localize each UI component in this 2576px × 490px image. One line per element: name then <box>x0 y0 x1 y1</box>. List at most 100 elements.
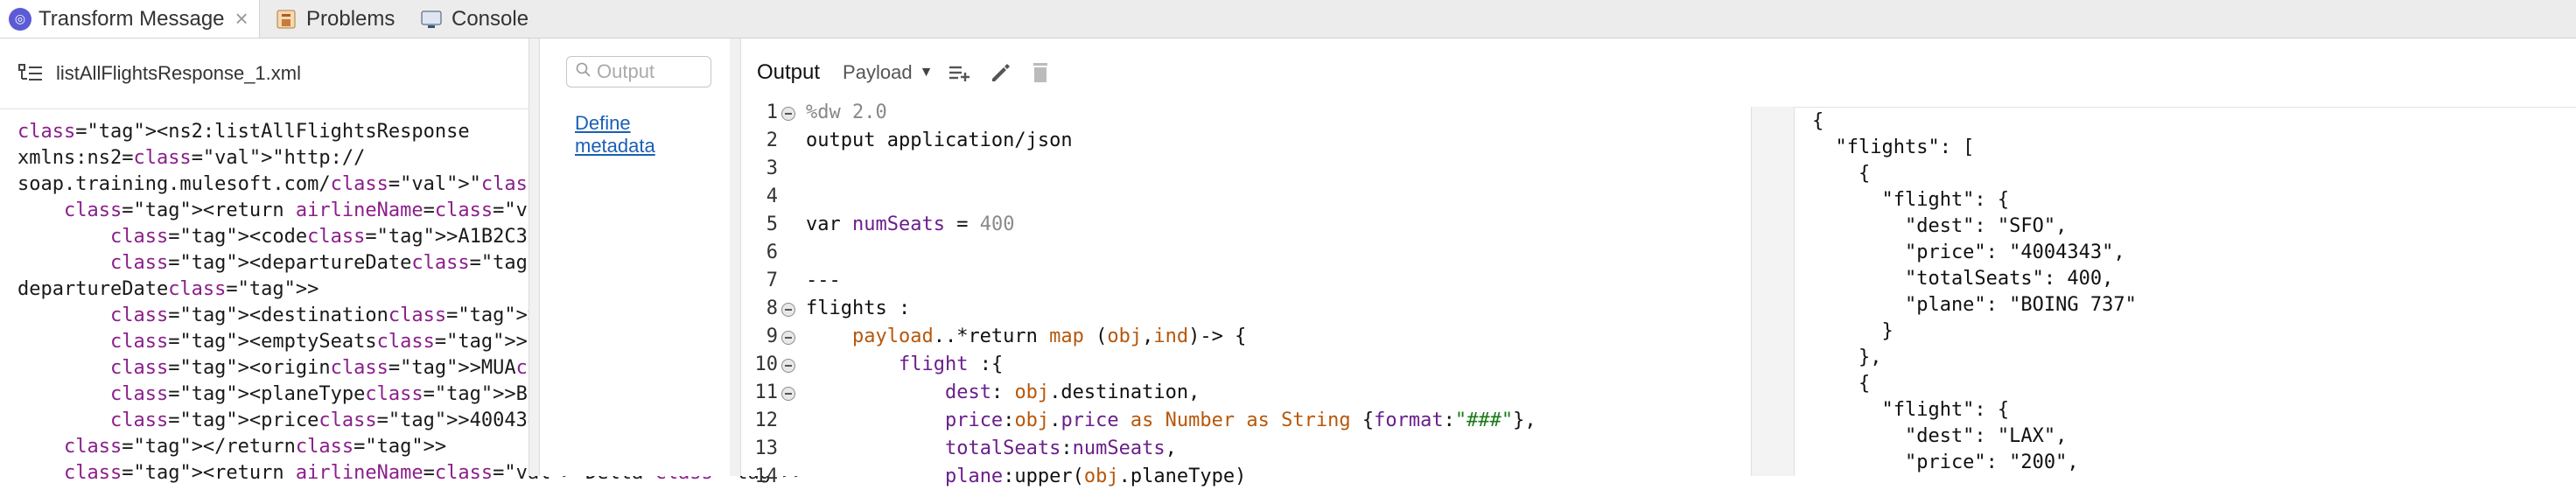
xml-line: class="tag"><departureDateclass="tag">>2… <box>109 252 702 274</box>
tab-label: Transform Message <box>38 6 225 31</box>
code-text: plane:upper(obj.planeType) <box>944 466 1247 487</box>
code-text: dest: obj.destination, <box>944 382 1200 403</box>
xml-line: class="tag"><return airlineName=class="v… <box>63 462 806 484</box>
code-line[interactable]: 13 totalSeats:numSeats, <box>741 436 1751 462</box>
editor-overview-ruler <box>1751 107 1795 476</box>
mule-icon: ◎ <box>9 7 32 31</box>
code-text: %dw 2.0 <box>806 102 887 123</box>
xml-sample: class="tag"><ns2:listAllFlightsResponse x… <box>18 119 1038 486</box>
code-text: payload..*return map (obj,ind)-> { <box>851 326 1247 347</box>
code-text: var numSeats = 400 <box>806 214 1015 235</box>
line-number: 12 <box>754 410 779 431</box>
delete-icon[interactable] <box>1027 60 1054 86</box>
xml-line: soap.training.mulesoft.com/class="val">"… <box>18 173 632 195</box>
json-line: { <box>1812 163 1871 185</box>
input-panel: listAllFlightsResponse_1.xml class="tag"… <box>0 38 1038 484</box>
tab-problems[interactable]: Problems <box>268 0 395 38</box>
code-line[interactable]: 1 %dw 2.0 <box>741 100 1751 126</box>
fold-toggle-icon[interactable] <box>781 107 795 121</box>
xml-line: class="tag"><ns2:listAllFlightsResponse <box>18 121 470 143</box>
json-line: "price": "4004343", <box>1812 242 2125 263</box>
line-number: 9 <box>766 326 778 347</box>
tab-transform-message[interactable]: ◎ Transform Message × <box>0 0 260 38</box>
line-number: 8 <box>766 298 778 319</box>
tree-icon <box>18 62 44 85</box>
line-number: 10 <box>754 354 779 375</box>
line-number: 2 <box>766 130 778 151</box>
xml-line: class="tag"><originclass="tag">>MUAclass… <box>109 357 899 379</box>
payload-dropdown[interactable]: Payload <box>843 61 913 84</box>
add-output-icon[interactable] <box>947 60 973 86</box>
code-text: output application/json <box>806 130 1073 151</box>
xml-line: xmlns:ns2=class="val">"http:// <box>18 147 366 169</box>
define-metadata-link[interactable]: Define metadata <box>575 112 715 158</box>
code-line[interactable]: 3 <box>741 156 1751 182</box>
fold-toggle-icon[interactable] <box>781 331 795 345</box>
code-text: flight :{ <box>898 354 1004 375</box>
code-line[interactable]: 10 flight :{ <box>741 352 1751 378</box>
output-label: Output <box>757 60 821 84</box>
line-number: 4 <box>766 186 778 207</box>
chevron-down-icon[interactable]: ▼ <box>920 65 934 80</box>
fold-toggle-icon[interactable] <box>781 303 795 317</box>
json-line: "totalSeats": 400, <box>1812 268 2114 290</box>
xml-line: class="tag"><planeTypeclass="tag">>Boing… <box>109 383 1038 405</box>
line-number: 7 <box>766 270 778 291</box>
code-line[interactable]: 14 plane:upper(obj.planeType) <box>741 464 1751 490</box>
code-text: price:obj.price as Number as String {for… <box>944 410 1536 431</box>
code-line[interactable]: 6 <box>741 240 1751 266</box>
line-number: 3 <box>766 158 778 179</box>
json-line: "dest": "SFO", <box>1812 215 2068 237</box>
tab-label: Console <box>452 6 529 31</box>
code-line[interactable]: 4 <box>741 184 1751 210</box>
json-line: "flights": [ <box>1812 136 1975 158</box>
line-number: 11 <box>754 382 779 403</box>
fold-toggle-icon[interactable] <box>781 387 795 401</box>
code-text: flights : <box>806 298 911 319</box>
line-number: 1 <box>766 102 778 123</box>
line-number: 13 <box>754 438 779 459</box>
xml-line: departureDateclass="tag">> <box>18 278 319 300</box>
editor-tab-bar: ◎ Transform Message × Problems Console <box>0 0 2576 38</box>
input-file-name: listAllFlightsResponse_1.xml <box>56 62 301 84</box>
code-line[interactable]: 7 --- <box>741 268 1751 294</box>
code-line[interactable]: 5 var numSeats = 400 <box>741 212 1751 238</box>
dataweave-editor[interactable]: 1 %dw 2.0 2 output application/json 3 4 5 var n… <box>741 102 1751 487</box>
json-line: { <box>1812 373 1871 395</box>
code-line[interactable]: 8 flights : <box>741 296 1751 322</box>
tab-label: Problems <box>306 6 396 31</box>
output-preview: { "flights": [ { "flight": { "dest": "SF… <box>1793 108 2567 476</box>
output-search-input[interactable]: Output <box>566 56 711 88</box>
json-line: "price": "200", <box>1812 452 2079 473</box>
code-line[interactable]: 2 output application/json <box>741 128 1751 154</box>
code-text: totalSeats:numSeats, <box>944 438 1177 459</box>
xml-line: class="tag"><codeclass="tag">>A1B2C3clas… <box>109 226 886 248</box>
xml-line: class="tag"></returnclass="tag">> <box>63 436 447 458</box>
xml-line: class="tag"><destinationclass="tag">>SFO… <box>109 304 1014 326</box>
tab-console[interactable]: Console <box>413 0 528 38</box>
json-line: "dest": "LAX", <box>1812 425 2068 447</box>
xml-line: class="tag"><emptySeatsclass="tag">>40cl… <box>109 331 979 353</box>
fold-toggle-icon[interactable] <box>781 359 795 373</box>
search-icon <box>576 60 592 83</box>
line-number: 14 <box>754 466 779 487</box>
code-line[interactable]: 9 payload..*return map (obj,ind)-> { <box>741 324 1751 350</box>
code-line[interactable]: 11 dest: obj.destination, <box>741 380 1751 406</box>
input-header: listAllFlightsResponse_1.xml <box>0 38 528 109</box>
line-number: 6 <box>766 242 778 263</box>
output-panel: Output Payload ▼ 1 %dw 2.0 2 output applica… <box>740 38 2576 487</box>
code-line[interactable]: 12 price:obj.price as Number as String {… <box>741 408 1751 434</box>
console-icon <box>420 8 443 31</box>
code-text: --- <box>806 270 841 291</box>
search-placeholder: Output <box>597 60 655 82</box>
line-number: 5 <box>766 214 778 235</box>
json-line: } <box>1812 320 1894 342</box>
json-line: "plane": "BOING 737" <box>1812 294 2137 316</box>
xml-line: class="tag"><return airlineName=class="v… <box>63 200 817 221</box>
problems-icon <box>275 8 298 31</box>
splitter[interactable] <box>730 38 740 476</box>
edit-icon[interactable] <box>987 60 1013 86</box>
xml-line: class="tag"><priceclass="tag">>4004343.0… <box>109 410 945 431</box>
close-icon[interactable]: × <box>235 5 248 32</box>
json-line: }, <box>1812 346 1882 368</box>
